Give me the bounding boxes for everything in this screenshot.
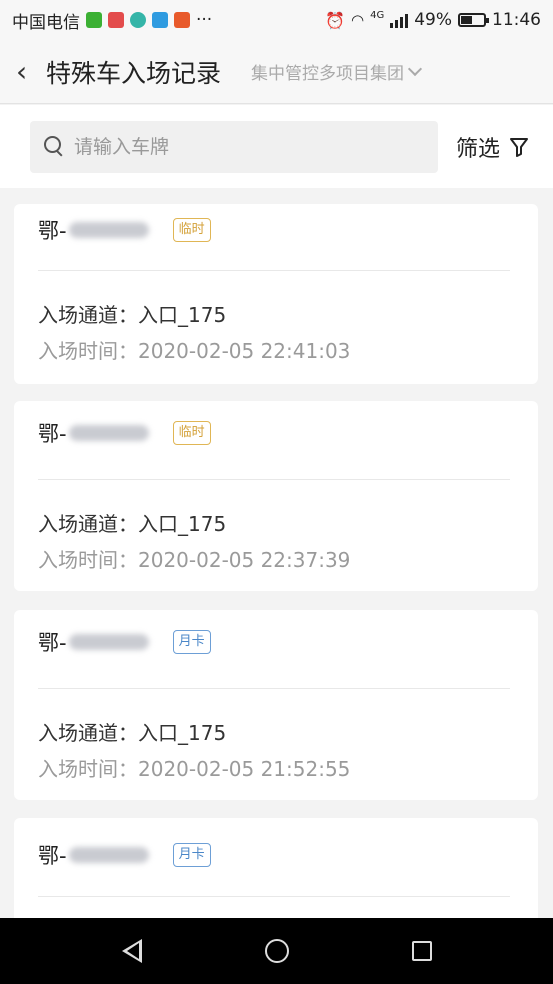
entry-time: 入场时间：2020-02-05 21:52:55	[38, 757, 351, 781]
search-icon	[44, 135, 66, 158]
search-input[interactable]	[74, 135, 394, 158]
status-bar: 中国电信 ··· ⏰ ◠ 4G 49% 11:46	[0, 0, 553, 40]
network-type: 4G	[370, 10, 385, 21]
record-info: 入场通道：入口_175 入场时间：2020-02-05 22:41:03	[14, 271, 538, 369]
entry-channel: 入场通道：入口_175	[38, 512, 227, 536]
battery-icon	[458, 13, 489, 27]
nav-back-icon[interactable]	[121, 939, 142, 963]
signal-icon	[390, 12, 409, 28]
type-badge: 临时	[172, 217, 211, 243]
plate-prefix: 鄂-	[38, 219, 67, 243]
plate-number-blurred	[68, 847, 149, 863]
plate-number-blurred	[68, 425, 149, 441]
app-notification-icon-3	[174, 12, 190, 28]
filter-button[interactable]: 筛选	[456, 131, 529, 163]
status-right: ⏰ ◠ 4G 49% 11:46	[325, 10, 541, 30]
filter-label: 筛选	[456, 136, 501, 162]
nav-recent-apps-icon[interactable]	[411, 941, 432, 961]
app-notification-icon-2	[130, 12, 146, 28]
battery-percent: 49%	[414, 10, 452, 30]
system-nav-bar	[0, 918, 553, 984]
plate-number-blurred	[68, 634, 149, 650]
app-header: ‹ 特殊车入场记录 集中管控多项目集团	[0, 40, 553, 104]
plate-row: 鄂- 临时	[14, 204, 538, 256]
type-badge: 月卡	[172, 629, 211, 655]
alarm-icon: ⏰	[325, 10, 345, 30]
type-badge: 临时	[172, 420, 211, 446]
plate-prefix: 鄂-	[38, 844, 67, 868]
record-info: 入场通道：入口_175 入场时间：2020-02-05 21:52:55	[14, 689, 538, 787]
page-title: 特殊车入场记录	[46, 58, 222, 88]
plate-row: 鄂- 月卡	[14, 818, 538, 892]
plate-number-blurred	[68, 222, 149, 238]
carrier-label: 中国电信	[12, 12, 80, 33]
type-badge: 月卡	[172, 842, 211, 868]
wechat-icon	[86, 12, 102, 28]
clock: 11:46	[492, 10, 541, 30]
entry-channel: 入场通道：入口_175	[38, 303, 227, 327]
chevron-down-icon	[407, 61, 423, 76]
divider	[38, 896, 510, 897]
plate-row: 鄂- 月卡	[14, 610, 538, 674]
record-card[interactable]: 鄂- 临时 入场通道：入口_175 入场时间：2020-02-05 22:37:…	[14, 401, 538, 591]
play-icon	[152, 12, 168, 28]
filter-icon	[510, 137, 529, 157]
record-card[interactable]: 鄂- 月卡	[14, 818, 538, 928]
more-notifications: ···	[196, 10, 213, 30]
record-info: 入场通道：入口_175 入场时间：2020-02-05 22:37:39	[14, 480, 538, 578]
plate-row: 鄂- 临时	[14, 401, 538, 465]
record-card[interactable]: 鄂- 月卡 入场通道：入口_175 入场时间：2020-02-05 21:52:…	[14, 610, 538, 800]
search-box[interactable]	[30, 120, 438, 173]
group-label: 集中管控多项目集团	[251, 64, 405, 84]
entry-time: 入场时间：2020-02-05 22:41:03	[38, 339, 351, 363]
entry-channel: 入场通道：入口_175	[38, 721, 227, 745]
nav-home-icon[interactable]	[264, 939, 289, 963]
status-left: 中国电信 ···	[12, 8, 212, 33]
group-selector[interactable]: 集中管控多项目集团	[251, 59, 423, 84]
plate-prefix: 鄂-	[38, 422, 67, 446]
search-bar: 筛选	[0, 105, 553, 188]
app-notification-icon	[108, 12, 124, 28]
entry-time: 入场时间：2020-02-05 22:37:39	[38, 548, 351, 572]
plate-prefix: 鄂-	[38, 631, 67, 655]
wifi-icon: ◠	[350, 11, 365, 29]
record-card[interactable]: 鄂- 临时 入场通道：入口_175 入场时间：2020-02-05 22:41:…	[14, 204, 538, 384]
chevron-left-icon[interactable]: ‹	[16, 55, 42, 88]
